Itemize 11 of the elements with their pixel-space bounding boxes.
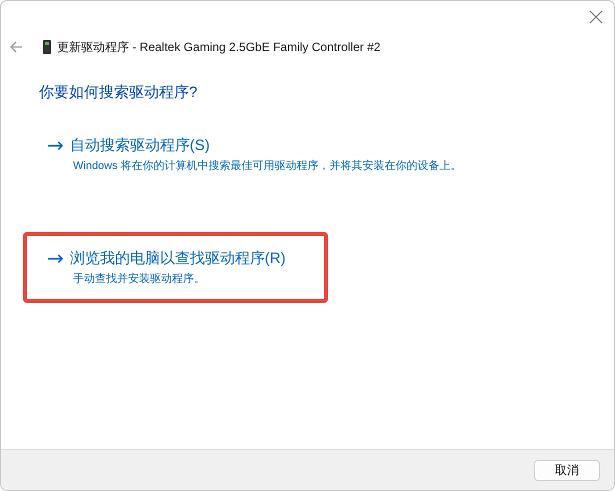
network-card-icon [43, 40, 51, 54]
option-link[interactable]: 自动搜索驱动程序(S) [70, 136, 210, 154]
option-description: 手动查找并安装驱动程序。 [73, 272, 206, 286]
arrow-icon: → [47, 248, 64, 268]
option-description: Windows 将在你的计算机中搜索最佳可用驱动程序，并将其安装在你的设备上。 [73, 158, 462, 173]
cancel-button[interactable]: 取消 [534, 460, 600, 480]
window-title: 更新驱动程序 - Realtek Gaming 2.5GbE Family Controller #2 [57, 38, 380, 56]
page-heading: 你要如何搜索驱动程序? [39, 83, 198, 102]
back-arrow-icon[interactable] [9, 40, 23, 54]
option-link[interactable]: 浏览我的电脑以查找驱动程序(R) [70, 248, 286, 268]
arrow-icon: → [47, 135, 64, 155]
